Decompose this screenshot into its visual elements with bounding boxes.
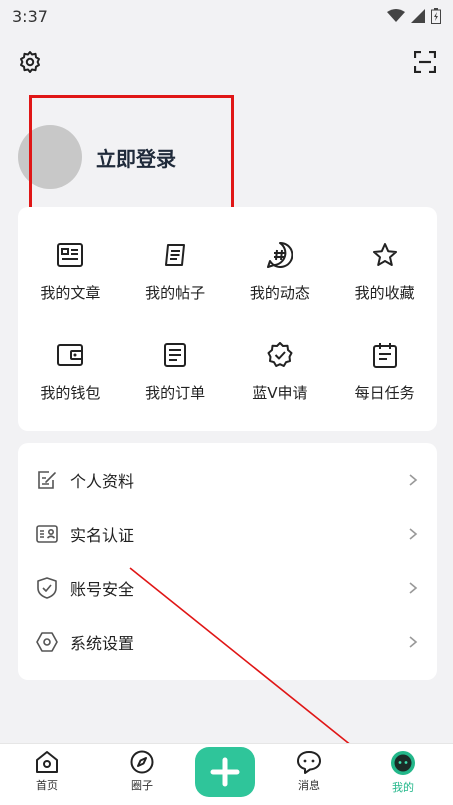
- menu-item-label: 系统设置: [70, 634, 135, 653]
- grid-item-posts[interactable]: 我的帖子: [123, 221, 228, 321]
- edit-profile-icon: [36, 469, 58, 491]
- grid-item-label: 我的文章: [40, 283, 101, 302]
- wifi-icon: [387, 9, 405, 22]
- compass-icon: [130, 750, 154, 774]
- plus-icon: [210, 757, 240, 787]
- home-icon: [36, 751, 58, 773]
- menu-item-account-security[interactable]: 账号安全: [18, 561, 437, 615]
- grid-item-label: 我的钱包: [40, 383, 101, 402]
- scan-icon: [414, 51, 436, 73]
- annotation-highlight-box: [29, 95, 234, 211]
- grid-item-favorites[interactable]: 我的收藏: [332, 221, 437, 321]
- mine-icon: [391, 751, 415, 775]
- tab-home[interactable]: 首页: [17, 750, 77, 793]
- chevron-right-icon: [409, 474, 418, 486]
- tab-label: 我的: [392, 781, 414, 794]
- cellular-icon: [411, 9, 425, 23]
- grid-item-wallet[interactable]: 我的钱包: [18, 321, 123, 421]
- quick-actions-card: 我的文章 我的帖子 我的动态 我的收藏 我的钱包 我的订单 蓝V申请 每日任务: [18, 207, 437, 431]
- grid-item-articles[interactable]: 我的文章: [18, 221, 123, 321]
- chat-icon: [297, 751, 321, 774]
- chevron-right-icon: [409, 636, 418, 648]
- create-post-button[interactable]: [195, 747, 255, 797]
- calendar-task-icon: [370, 340, 400, 370]
- menu-item-label: 账号安全: [70, 580, 135, 599]
- grid-item-label: 我的订单: [145, 383, 206, 402]
- status-icons: [387, 8, 441, 24]
- scan-button[interactable]: [411, 48, 439, 76]
- grid-item-label: 每日任务: [354, 383, 415, 402]
- grid-item-label: 我的帖子: [145, 283, 206, 302]
- shield-icon: [36, 577, 58, 599]
- grid-item-moments[interactable]: 我的动态: [228, 221, 333, 321]
- settings-button[interactable]: [16, 48, 44, 76]
- tab-label: 首页: [36, 779, 58, 792]
- verified-badge-icon: [265, 340, 295, 370]
- quick-actions-grid: 我的文章 我的帖子 我的动态 我的收藏 我的钱包 我的订单 蓝V申请 每日任务: [18, 207, 437, 421]
- gear-icon: [20, 51, 40, 73]
- grid-item-blue-v[interactable]: 蓝V申请: [228, 321, 333, 421]
- tab-mine[interactable]: 我的: [373, 750, 433, 795]
- chevron-right-icon: [409, 528, 418, 540]
- tab-label: 消息: [298, 779, 320, 792]
- tab-circle[interactable]: 圈子: [112, 750, 172, 793]
- tab-messages[interactable]: 消息: [279, 750, 339, 793]
- battery-icon: [431, 8, 441, 24]
- post-icon: [160, 240, 190, 270]
- menu-item-profile[interactable]: 个人资料: [18, 453, 437, 507]
- grid-item-label: 蓝V申请: [252, 383, 308, 402]
- top-bar: [0, 42, 453, 82]
- settings-menu-card: 个人资料 实名认证 账号安全 系统设置: [18, 443, 437, 680]
- grid-item-orders[interactable]: 我的订单: [123, 321, 228, 421]
- id-card-icon: [36, 523, 58, 545]
- hashtag-icon: [265, 240, 295, 270]
- menu-item-label: 实名认证: [70, 526, 135, 545]
- tab-label: 圈子: [131, 779, 153, 792]
- hex-settings-icon: [36, 631, 58, 653]
- star-icon: [370, 240, 400, 270]
- menu-item-system-settings[interactable]: 系统设置: [18, 615, 437, 669]
- chevron-right-icon: [409, 582, 418, 594]
- grid-item-daily-tasks[interactable]: 每日任务: [332, 321, 437, 421]
- article-icon: [55, 240, 85, 270]
- wallet-icon: [55, 340, 85, 370]
- status-time: 3:37: [12, 6, 48, 26]
- menu-item-real-name[interactable]: 实名认证: [18, 507, 437, 561]
- menu-item-label: 个人资料: [70, 472, 135, 491]
- status-bar: 3:37: [0, 0, 453, 32]
- order-icon: [160, 340, 190, 370]
- grid-item-label: 我的收藏: [354, 283, 415, 302]
- grid-item-label: 我的动态: [249, 283, 310, 302]
